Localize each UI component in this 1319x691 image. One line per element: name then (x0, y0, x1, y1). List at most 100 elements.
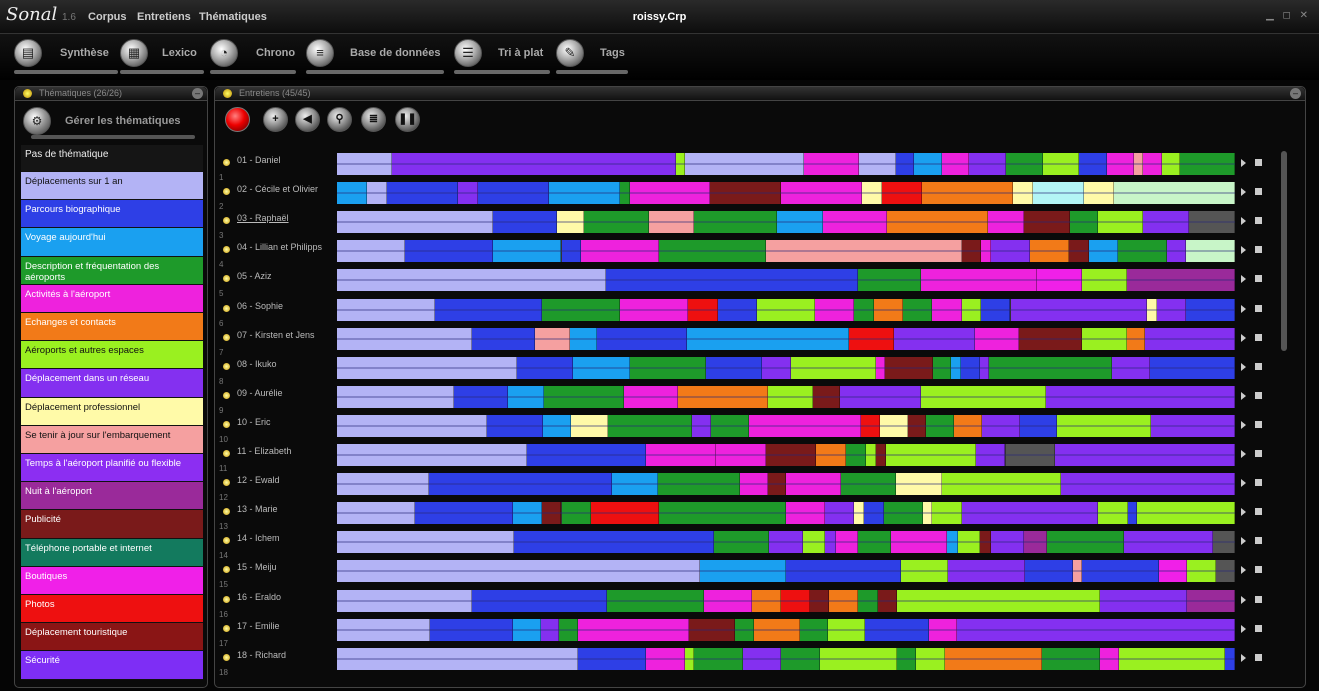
play-icon[interactable] (1241, 566, 1246, 575)
interview-timeline[interactable] (337, 414, 1235, 437)
theme-item[interactable]: Téléphone portable et internet (21, 538, 203, 567)
interview-row[interactable]: 12 12 - Ewald (219, 471, 1279, 502)
play-icon[interactable] (1241, 391, 1246, 400)
interview-status-icon[interactable] (223, 246, 230, 254)
zoom-icon[interactable]: ⚲ (327, 107, 352, 132)
interview-row[interactable]: 5 05 - Aziz (219, 267, 1279, 298)
interview-name[interactable]: 03 - Raphaël (237, 213, 327, 223)
stop-icon[interactable] (1255, 159, 1262, 166)
interview-row[interactable]: 13 13 - Marie (219, 500, 1279, 531)
interview-timeline[interactable] (337, 560, 1235, 583)
interview-status-icon[interactable] (223, 188, 230, 196)
play-icon[interactable] (1241, 362, 1246, 371)
chrono-button[interactable]: ◔ Chrono (210, 39, 296, 75)
stop-icon[interactable] (1255, 624, 1262, 632)
interview-status-icon[interactable] (223, 450, 230, 457)
theme-item[interactable]: Aéroports et autres espaces (21, 341, 203, 370)
theme-item[interactable]: Sécurité (21, 651, 203, 680)
flat-sort-button[interactable]: ☰ Tri à plat (454, 39, 550, 75)
minimize-icon[interactable]: – (1290, 88, 1301, 99)
interview-timeline[interactable] (337, 153, 1235, 175)
pause-icon[interactable]: ❚❚ (395, 107, 420, 132)
play-icon[interactable] (1241, 653, 1246, 662)
interview-row[interactable]: 14 14 - Ichem (219, 529, 1279, 560)
theme-item[interactable]: Déplacements sur 1 an (21, 172, 203, 201)
play-icon[interactable] (1241, 304, 1246, 313)
theme-item[interactable]: Photos (21, 595, 203, 624)
play-icon[interactable] (1241, 624, 1246, 633)
stop-icon[interactable] (1255, 479, 1262, 487)
interview-status-icon[interactable] (223, 566, 230, 574)
play-icon[interactable] (1241, 159, 1246, 167)
theme-item[interactable]: Déplacement touristique (21, 623, 203, 652)
database-button[interactable]: ≡ Base de données (306, 39, 444, 75)
play-icon[interactable] (1241, 595, 1246, 604)
theme-item-none[interactable]: Pas de thématique (21, 145, 203, 172)
interview-row[interactable]: 4 04 - Lillian et Philipps (219, 238, 1279, 269)
interview-status-icon[interactable] (223, 653, 230, 661)
window-controls[interactable]: ▁ ◻ ✕ (1266, 10, 1311, 21)
interview-timeline[interactable] (337, 240, 1235, 263)
theme-item[interactable]: Nuit à l'aéroport (21, 482, 203, 511)
record-icon[interactable] (225, 107, 250, 132)
stop-icon[interactable] (1255, 537, 1262, 545)
theme-item[interactable]: Echanges et contacts (21, 313, 203, 342)
interview-status-icon[interactable] (223, 391, 230, 399)
interview-name[interactable]: 05 - Aziz (237, 271, 327, 281)
play-icon[interactable] (1241, 246, 1246, 255)
stop-icon[interactable] (1255, 391, 1262, 399)
interview-status-icon[interactable] (223, 275, 230, 283)
theme-item[interactable]: Activités à l'aéroport (21, 284, 203, 313)
stop-icon[interactable] (1255, 420, 1262, 428)
interview-name[interactable]: 14 - Ichem (237, 533, 327, 543)
stop-icon[interactable] (1255, 217, 1262, 225)
interview-timeline[interactable] (337, 618, 1235, 641)
manage-thematics-button[interactable]: ⚙ (23, 107, 51, 135)
stop-icon[interactable] (1255, 450, 1262, 457)
interview-status-icon[interactable] (223, 508, 230, 516)
interview-row[interactable]: 1 01 - Daniel (219, 151, 1279, 182)
stop-icon[interactable] (1255, 653, 1262, 661)
interview-name[interactable]: 07 - Kirsten et Jens (237, 330, 327, 340)
interview-status-icon[interactable] (223, 304, 230, 312)
manage-thematics-label[interactable]: Gérer les thématiques (65, 115, 200, 127)
tags-button[interactable]: ✎ Tags (556, 39, 628, 75)
interview-timeline[interactable] (337, 647, 1235, 670)
interview-name[interactable]: 18 - Richard (237, 650, 327, 660)
interview-row[interactable]: 17 17 - Emilie (219, 617, 1279, 648)
interview-name[interactable]: 02 - Cécile et Olivier (237, 184, 327, 194)
play-icon[interactable] (1241, 537, 1246, 546)
stop-icon[interactable] (1255, 595, 1262, 603)
theme-item[interactable]: Voyage aujourd'hui (21, 228, 203, 257)
interview-timeline[interactable] (337, 211, 1235, 234)
rewind-icon[interactable]: ◀ (295, 107, 320, 132)
minimize-icon[interactable]: – (192, 88, 203, 99)
interview-row[interactable]: 9 09 - Aurélie (219, 384, 1279, 415)
stop-icon[interactable] (1255, 566, 1262, 574)
theme-item[interactable]: Déplacement dans un réseau (21, 369, 203, 398)
interview-name[interactable]: 08 - Ikuko (237, 359, 327, 369)
play-icon[interactable] (1241, 217, 1246, 226)
interview-timeline[interactable] (337, 385, 1235, 408)
interview-timeline[interactable] (337, 531, 1235, 554)
interview-name[interactable]: 12 - Ewald (237, 475, 327, 485)
interview-timeline[interactable] (337, 182, 1235, 205)
interview-status-icon[interactable] (223, 333, 230, 341)
synthese-button[interactable]: ▤ Synthèse (14, 39, 118, 75)
theme-item[interactable]: Se tenir à jour sur l'embarquement (21, 425, 203, 454)
theme-item[interactable]: Parcours biographique (21, 200, 203, 229)
interview-row[interactable]: 11 11 - Elizabeth (219, 442, 1279, 473)
interview-name[interactable]: 15 - Meiju (237, 562, 327, 572)
interview-name[interactable]: 10 - Eric (237, 417, 327, 427)
stop-icon[interactable] (1255, 362, 1262, 370)
interview-timeline[interactable] (337, 269, 1235, 292)
interview-status-icon[interactable] (223, 624, 230, 632)
theme-item[interactable]: Déplacement professionnel (21, 397, 203, 426)
interview-row[interactable]: 2 02 - Cécile et Olivier (219, 180, 1279, 211)
interview-status-icon[interactable] (223, 159, 230, 166)
interview-row[interactable]: 8 08 - Ikuko (219, 355, 1279, 386)
theme-item[interactable]: Temps à l'aéroport planifié ou flexible (21, 454, 203, 483)
interview-status-icon[interactable] (223, 362, 230, 370)
interview-timeline[interactable] (337, 327, 1235, 350)
interview-timeline[interactable] (337, 444, 1235, 466)
